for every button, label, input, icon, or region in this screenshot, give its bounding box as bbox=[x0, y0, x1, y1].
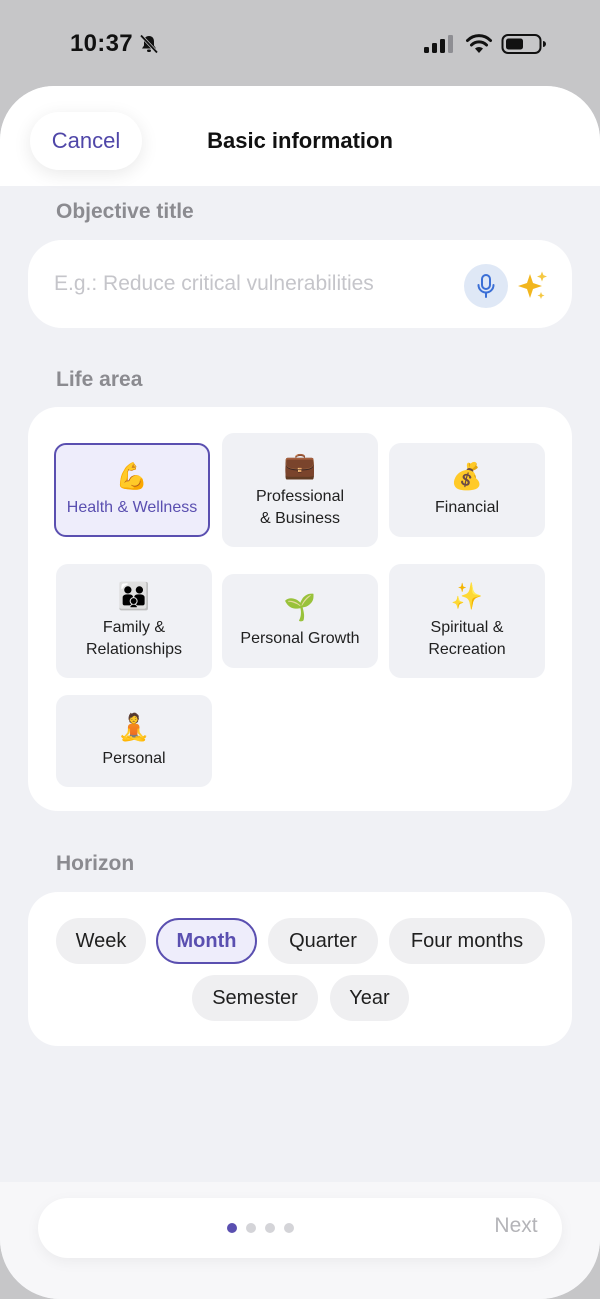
life-area-spiritual-recreation[interactable]: ✨ Spiritual & Recreation bbox=[389, 564, 545, 678]
sparkles-icon[interactable] bbox=[516, 270, 548, 302]
basic-info-sheet: Cancel Basic information Objective title… bbox=[0, 86, 600, 1299]
horizon-card bbox=[28, 892, 572, 1046]
horizon-month[interactable]: Month bbox=[156, 918, 257, 964]
meditation-icon: 🧘 bbox=[117, 712, 151, 742]
flexed-biceps-icon: 💪 bbox=[115, 461, 149, 491]
horizon-week[interactable]: Week bbox=[56, 918, 146, 964]
life-area-financial[interactable]: 💰 Financial bbox=[389, 443, 545, 537]
money-bag-icon: 💰 bbox=[450, 461, 484, 491]
battery-icon bbox=[501, 34, 546, 54]
life-area-label-growth: Personal Growth bbox=[240, 630, 360, 647]
page-title: Basic information bbox=[207, 128, 393, 153]
next-button[interactable]: Next bbox=[476, 1214, 556, 1244]
horizon-semester[interactable]: Semester bbox=[192, 975, 318, 1021]
step-dot-2 bbox=[246, 1223, 256, 1233]
life-area-health-wellness[interactable]: 💪 Health & Wellness bbox=[54, 443, 210, 537]
step-dot-1 bbox=[227, 1223, 237, 1233]
microphone-button[interactable] bbox=[464, 264, 508, 308]
horizon-year[interactable]: Year bbox=[330, 975, 409, 1021]
wifi-icon bbox=[466, 34, 492, 53]
life-area-professional-business[interactable]: 💼 Professional & Business bbox=[222, 433, 378, 547]
life-area-label-spiritual: Spiritual & Recreation bbox=[428, 619, 506, 658]
life-area-label: Life area bbox=[56, 368, 143, 391]
status-bar: 10:37 bbox=[0, 0, 600, 86]
step-dot-3 bbox=[265, 1223, 275, 1233]
life-area-personal[interactable]: 🧘 Personal bbox=[56, 695, 212, 787]
step-dot-4 bbox=[284, 1223, 294, 1233]
objective-title-label: Objective title bbox=[56, 200, 194, 223]
life-area-personal-growth[interactable]: 🌱 Personal Growth bbox=[222, 574, 378, 668]
life-area-family-relationships[interactable]: 🧑‍🧑‍🧒 Family & Relationships bbox=[56, 564, 212, 678]
family-icon: 🧑‍🧑‍🧒 bbox=[117, 581, 151, 611]
cellular-signal-icon bbox=[424, 35, 453, 53]
life-area-label-family: Family & Relationships bbox=[85, 619, 183, 658]
sparkles-icon: ✨ bbox=[450, 581, 484, 611]
life-area-label-health: Health & Wellness bbox=[66, 499, 198, 516]
microphone-icon bbox=[477, 274, 495, 298]
seedling-icon: 🌱 bbox=[283, 592, 317, 622]
briefcase-icon: 💼 bbox=[283, 450, 317, 480]
horizon-label: Horizon bbox=[56, 852, 135, 875]
life-area-label-personal: Personal bbox=[102, 750, 166, 767]
objective-title-input[interactable] bbox=[54, 262, 454, 306]
sheet-header: Cancel Basic information bbox=[0, 86, 600, 186]
horizon-four-months[interactable]: Four months bbox=[389, 918, 545, 964]
life-area-label-financial: Financial bbox=[434, 499, 500, 516]
bell-slash-icon bbox=[139, 34, 159, 54]
status-time: 10:37 bbox=[70, 30, 133, 57]
life-area-label-professional: Professional & Business bbox=[255, 488, 345, 527]
horizon-quarter[interactable]: Quarter bbox=[268, 918, 378, 964]
